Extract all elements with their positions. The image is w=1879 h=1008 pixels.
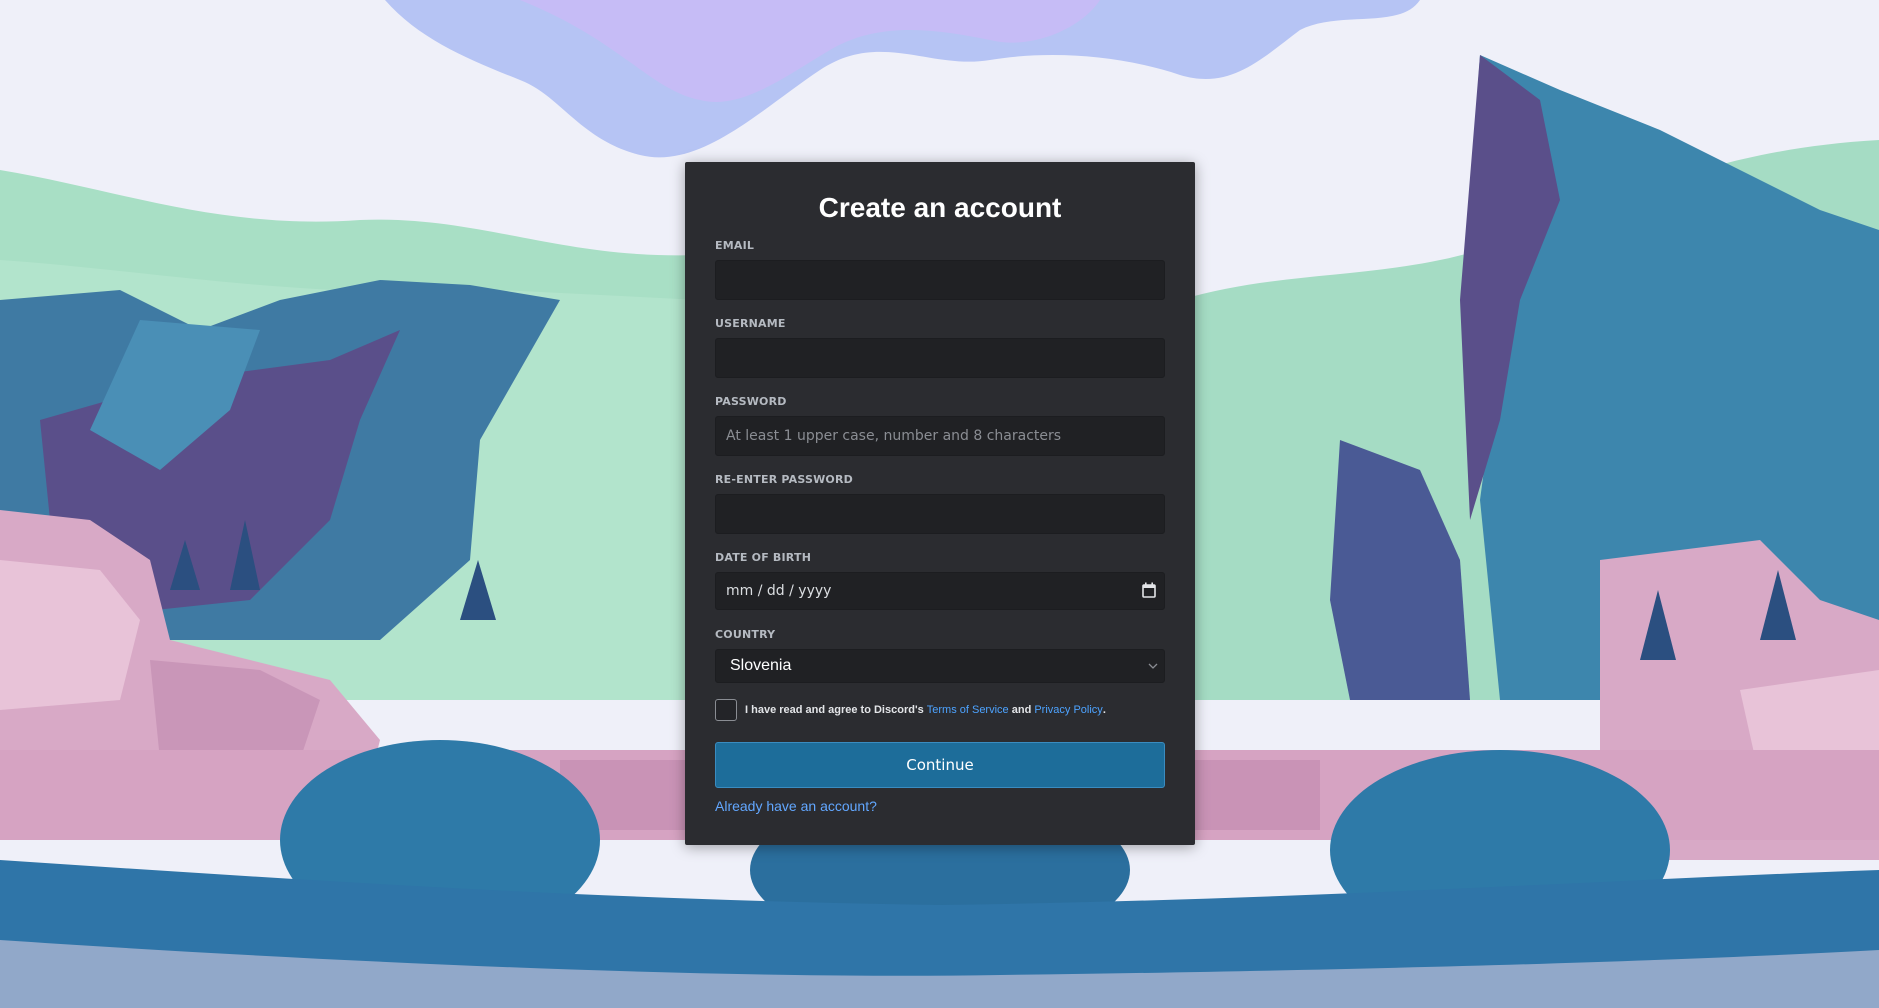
username-field-group: USERNAME	[715, 317, 1165, 378]
email-label: EMAIL	[715, 239, 755, 252]
reenter-password-field-group: RE-ENTER PASSWORD	[715, 473, 1165, 534]
email-field-group: EMAIL	[715, 239, 1165, 300]
date-placeholder: mm / dd / yyyy	[726, 583, 832, 599]
terms-of-service-link[interactable]: Terms of Service	[927, 704, 1009, 716]
email-input[interactable]	[715, 260, 1165, 300]
date-of-birth-label: DATE OF BIRTH	[715, 551, 812, 564]
terms-checkbox[interactable]	[715, 699, 737, 721]
chevron-down-icon	[1148, 663, 1158, 669]
country-label: COUNTRY	[715, 628, 776, 641]
already-have-account-link[interactable]: Already have an account?	[715, 798, 877, 814]
signup-card: Create an account EMAIL USERNAME PASSWOR…	[685, 162, 1195, 845]
country-selected-value: Slovenia	[730, 657, 792, 674]
privacy-policy-link[interactable]: Privacy Policy	[1034, 704, 1102, 716]
country-select[interactable]: Slovenia	[715, 649, 1165, 683]
username-input[interactable]	[715, 338, 1165, 378]
calendar-icon[interactable]	[1142, 582, 1156, 598]
password-field-group: PASSWORD	[715, 395, 1165, 456]
password-input[interactable]	[715, 416, 1165, 456]
continue-button[interactable]: Continue	[715, 742, 1165, 788]
terms-text: I have read and agree to Discord's Terms…	[745, 704, 1106, 716]
page-title: Create an account	[818, 192, 1062, 223]
terms-and: and	[1008, 704, 1035, 716]
country-field-group: COUNTRY Slovenia	[715, 628, 1165, 683]
terms-prefix: I have read and agree to Discord's	[745, 704, 927, 716]
terms-agreement: I have read and agree to Discord's Terms…	[715, 699, 1165, 721]
reenter-password-input[interactable]	[715, 494, 1165, 534]
password-label: PASSWORD	[715, 395, 787, 408]
terms-suffix: .	[1102, 704, 1106, 716]
username-label: USERNAME	[715, 317, 786, 330]
date-of-birth-field-group: DATE OF BIRTH mm / dd / yyyy	[715, 551, 1165, 610]
reenter-password-label: RE-ENTER PASSWORD	[715, 473, 853, 486]
date-of-birth-input[interactable]: mm / dd / yyyy	[715, 572, 1165, 610]
